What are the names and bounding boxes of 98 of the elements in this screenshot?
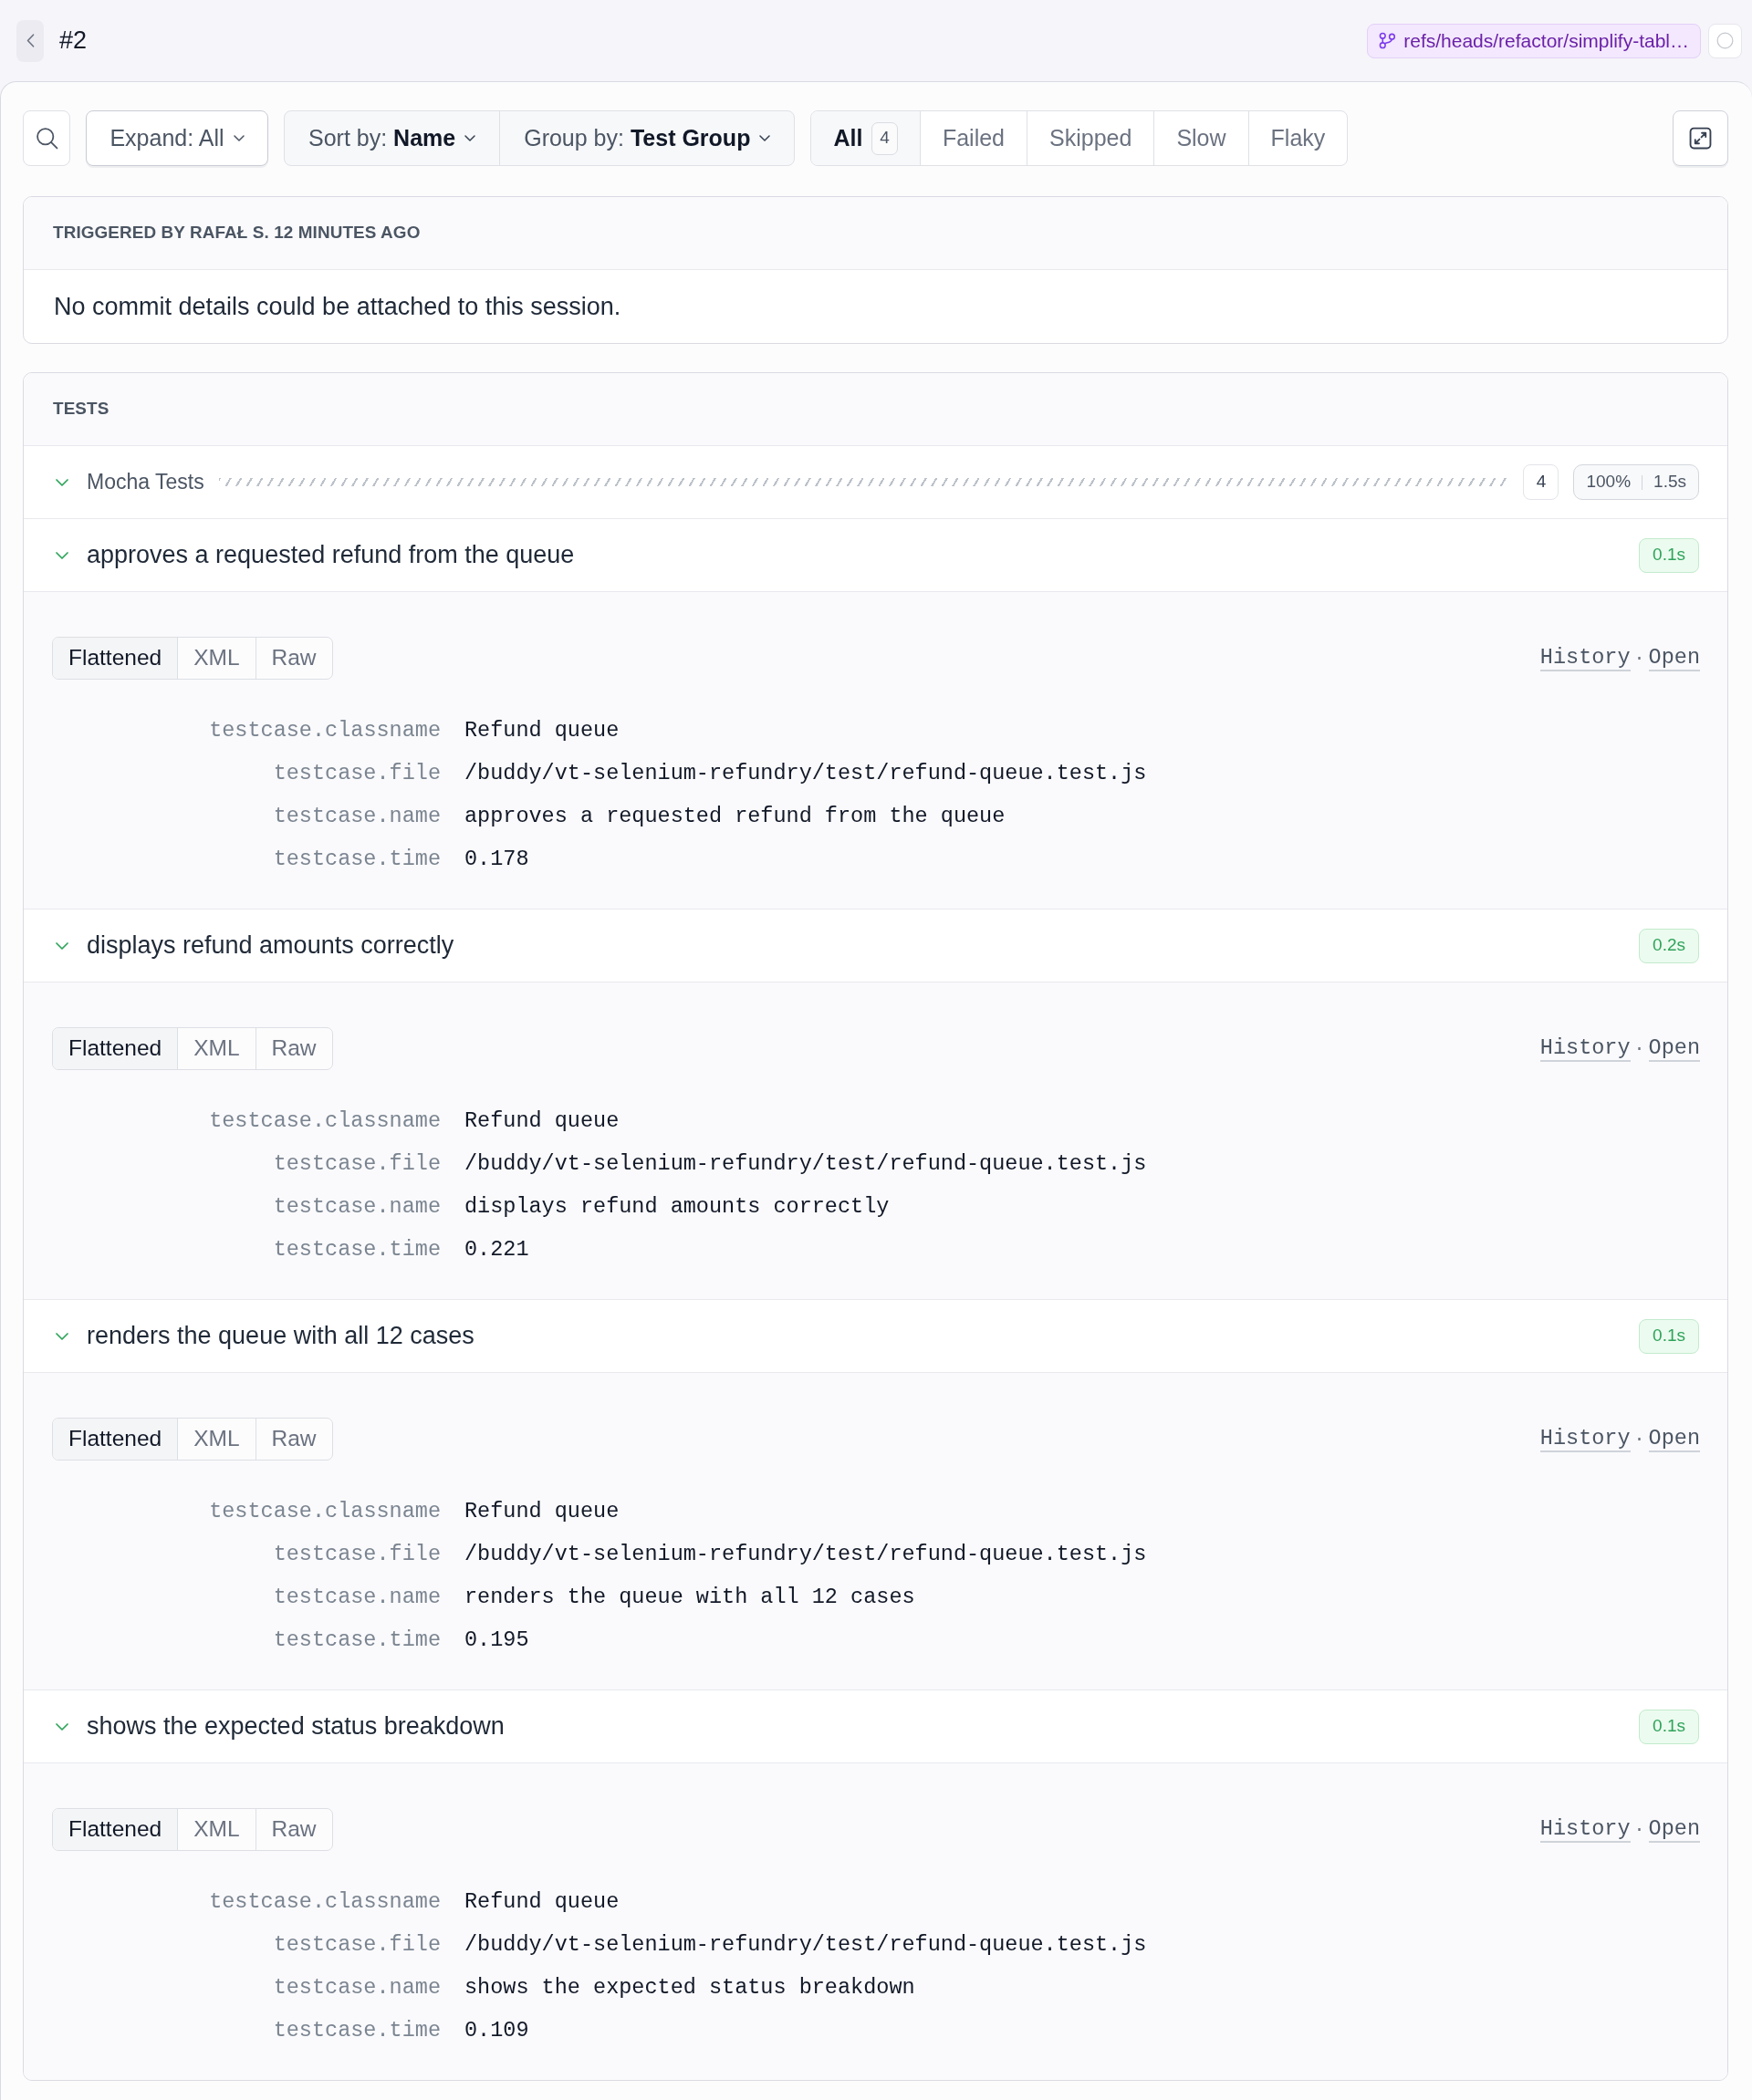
field-key: testcase.file <box>273 1142 441 1185</box>
chevron-down-icon <box>759 135 771 141</box>
view-tab[interactable]: Flattened <box>53 1809 178 1850</box>
expand-dropdown[interactable]: Expand: All <box>86 110 268 166</box>
field-value: /buddy/vt-selenium-refundry/test/refund-queue.test.js <box>464 1541 1147 1568</box>
ring-icon <box>1716 32 1734 49</box>
trigger-heading: TRIGGERED BY RAFAŁ S. 12 MINUTES AGO <box>53 222 421 244</box>
field-value: Refund queue <box>464 1888 620 1916</box>
field-key: testcase.time <box>273 1618 441 1661</box>
field-key: testcase.classname <box>209 1490 441 1533</box>
group-name: Mocha Tests <box>87 469 204 496</box>
field-value: renders the queue with all 12 cases <box>464 1584 915 1611</box>
group-dropdown[interactable]: Group by: Test Group <box>499 111 795 165</box>
field-value: Refund queue <box>464 1498 620 1525</box>
field-key: testcase.name <box>273 1966 441 2009</box>
field-key: testcase.classname <box>209 1099 441 1142</box>
field-key: testcase.time <box>273 2009 441 2052</box>
view-tab[interactable]: XML <box>177 638 256 679</box>
pass-rate: 100% <box>1586 471 1632 494</box>
duration-badge: 0.1s <box>1639 1318 1699 1354</box>
count-badge: 4 <box>871 121 898 155</box>
field-key: testcase.file <box>273 1533 441 1575</box>
page-title: #2 <box>59 26 88 57</box>
detail-link[interactable]: History <box>1539 1035 1631 1062</box>
branch-link[interactable]: refs/heads/refactor/simplify-tabl… <box>1367 23 1701 58</box>
field-key: testcase.name <box>273 1185 441 1228</box>
test-name: displays refund amounts correctly <box>87 930 454 962</box>
field-value: 0.195 <box>464 1627 529 1654</box>
link-separator: · <box>1633 1817 1645 1842</box>
test-name: shows the expected status breakdown <box>87 1711 505 1742</box>
field-value: /buddy/vt-selenium-refundry/test/refund-queue.test.js <box>464 760 1147 787</box>
field-key: testcase.classname <box>209 709 441 752</box>
field-value: /buddy/vt-selenium-refundry/test/refund-queue.test.js <box>464 1150 1147 1178</box>
view-tab[interactable]: Raw <box>255 1419 332 1460</box>
field-value: 0.109 <box>464 2017 529 2044</box>
field-value: Refund queue <box>464 1107 620 1135</box>
filter-tab[interactable]: Skipped <box>1027 111 1154 165</box>
test-name: renders the queue with all 12 cases <box>87 1321 474 1352</box>
duration-badge: 0.1s <box>1639 1709 1699 1744</box>
detail-link[interactable]: Open <box>1648 645 1700 671</box>
count-badge: 4 <box>1523 464 1559 500</box>
view-tab[interactable]: XML <box>177 1809 256 1850</box>
chevron-down-icon <box>464 135 476 141</box>
tests-heading: TESTS <box>53 398 110 421</box>
chevron-down-icon[interactable] <box>56 478 68 486</box>
view-tab[interactable]: Raw <box>255 638 332 679</box>
field-key: testcase.file <box>273 1923 441 1966</box>
detail-link[interactable]: History <box>1539 1816 1631 1843</box>
field-key: testcase.time <box>273 837 441 880</box>
view-tab[interactable]: Flattened <box>53 1419 178 1460</box>
filter-tab[interactable]: Slow <box>1153 111 1248 165</box>
field-key: testcase.time <box>273 1228 441 1271</box>
detail-link[interactable]: Open <box>1648 1426 1700 1452</box>
field-value: /buddy/vt-selenium-refundry/test/refund-queue.test.js <box>464 1931 1147 1959</box>
commit-message: No commit details could be attached to this session. <box>54 291 621 322</box>
sort-dropdown[interactable]: Sort by: Name <box>285 111 500 165</box>
view-tab[interactable]: XML <box>177 1419 256 1460</box>
filter-tab[interactable]: All 4 <box>811 111 920 165</box>
link-separator: · <box>1633 1036 1645 1061</box>
field-value: Refund queue <box>464 717 620 744</box>
field-key: testcase.classname <box>209 1880 441 1923</box>
chevron-down-icon[interactable] <box>56 941 68 950</box>
duration-badge: 0.2s <box>1639 928 1699 963</box>
search-button[interactable] <box>23 110 70 166</box>
filter-tab[interactable]: Flaky <box>1247 111 1348 165</box>
chevron-down-icon <box>233 135 245 141</box>
field-value: displays refund amounts correctly <box>464 1193 890 1221</box>
detail-link[interactable]: History <box>1539 1426 1631 1452</box>
field-key: testcase.name <box>273 795 441 837</box>
link-separator: · <box>1633 646 1645 671</box>
detail-link[interactable]: History <box>1539 645 1631 671</box>
search-icon <box>35 127 58 150</box>
field-key: testcase.name <box>273 1575 441 1618</box>
chevron-left-icon <box>26 34 35 47</box>
field-value: approves a requested refund from the queue <box>464 803 1006 830</box>
branch-icon <box>1379 32 1397 49</box>
view-tab[interactable]: Raw <box>255 1809 332 1850</box>
detail-link[interactable]: Open <box>1648 1816 1700 1843</box>
detail-link[interactable]: Open <box>1648 1035 1700 1062</box>
field-value: shows the expected status breakdown <box>464 1974 915 2001</box>
back-button[interactable] <box>16 19 44 62</box>
view-tab[interactable]: Raw <box>255 1028 332 1069</box>
field-value: 0.221 <box>464 1236 529 1263</box>
link-separator: · <box>1633 1427 1645 1451</box>
test-name: approves a requested refund from the queue <box>87 540 575 571</box>
chevron-down-icon[interactable] <box>56 1722 68 1731</box>
chevron-down-icon[interactable] <box>56 1332 68 1340</box>
view-tab[interactable]: Flattened <box>53 1028 178 1069</box>
fullscreen-button[interactable] <box>1673 110 1728 166</box>
filter-tab[interactable]: Failed <box>919 111 1027 165</box>
chevron-down-icon[interactable] <box>56 551 68 559</box>
view-tab[interactable]: XML <box>177 1028 256 1069</box>
field-key: testcase.file <box>273 752 441 795</box>
total-duration: 1.5s <box>1653 471 1686 494</box>
field-value: 0.178 <box>464 846 529 873</box>
view-tab[interactable]: Flattened <box>53 638 178 679</box>
duration-badge: 0.1s <box>1639 537 1699 573</box>
expand-icon <box>1689 127 1712 150</box>
